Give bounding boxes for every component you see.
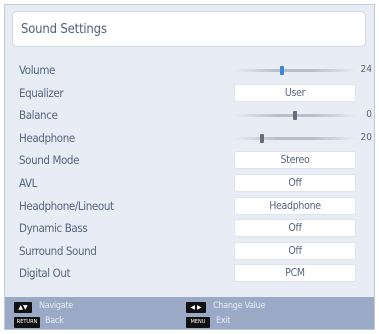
slider-track[interactable]	[234, 69, 356, 72]
hint-back-text: Back	[45, 316, 64, 326]
left-right-key-icon: ◀ ▶	[186, 302, 206, 313]
title-bar: Sound Settings	[12, 11, 366, 47]
setting-value-box[interactable]: Stereo	[234, 151, 356, 169]
setting-label: Sound Mode	[19, 153, 80, 167]
setting-value-box[interactable]: Off	[234, 219, 356, 237]
settings-row[interactable]: Sound Mode Stereo	[5, 149, 374, 171]
setting-label: Digital Out	[19, 266, 71, 280]
hint-navigate-text: Navigate	[39, 301, 73, 311]
slider-thumb[interactable]	[293, 111, 297, 120]
hint-change-value-text: Change Value	[213, 301, 266, 311]
settings-row[interactable]: Headphone 20	[5, 127, 374, 149]
sound-settings-panel: Sound Settings Volume 24 Equalizer User Bala…	[4, 4, 375, 330]
settings-row[interactable]: Dynamic Bass Off	[5, 217, 374, 239]
setting-value-box[interactable]: PCM	[234, 264, 356, 282]
setting-value-box[interactable]: Headphone	[234, 197, 356, 215]
settings-row[interactable]: Digital Out PCM	[5, 262, 374, 284]
up-down-key-icon: ▲▼	[14, 302, 32, 313]
settings-row[interactable]: Headphone/Lineout Headphone	[5, 195, 374, 217]
slider-thumb[interactable]	[280, 66, 285, 75]
slider-track[interactable]	[234, 137, 356, 140]
setting-label: Headphone	[19, 131, 75, 145]
setting-label: Dynamic Bass	[19, 221, 88, 235]
settings-row[interactable]: Surround Sound Off	[5, 240, 374, 262]
setting-label: Volume	[19, 63, 55, 77]
footer-hints: ▲▼ Navigate ◀ ▶ Change Value RETURN Back…	[5, 297, 374, 329]
setting-label: Headphone/Lineout	[19, 199, 114, 213]
return-key-icon: RETURN	[14, 317, 40, 328]
setting-value-box[interactable]: User	[234, 84, 356, 102]
slider-value: 20	[360, 132, 372, 143]
page-title: Sound Settings	[21, 22, 107, 37]
setting-label: AVL	[19, 176, 37, 190]
setting-label: Surround Sound	[19, 244, 97, 258]
settings-row[interactable]: Volume 24	[5, 59, 374, 81]
slider-value: 0	[366, 109, 372, 120]
hint-exit-text: Exit	[216, 316, 231, 326]
setting-value-box[interactable]: Off	[234, 242, 356, 260]
settings-row[interactable]: Equalizer User	[5, 82, 374, 104]
slider-thumb[interactable]	[259, 134, 264, 143]
setting-label: Equalizer	[19, 86, 64, 100]
menu-key-icon: MENU	[186, 317, 210, 328]
slider-value: 24	[360, 64, 372, 75]
settings-row[interactable]: AVL Off	[5, 172, 374, 194]
setting-value-box[interactable]: Off	[234, 174, 356, 192]
setting-label: Balance	[19, 108, 58, 122]
settings-row[interactable]: Balance 0	[5, 104, 374, 126]
